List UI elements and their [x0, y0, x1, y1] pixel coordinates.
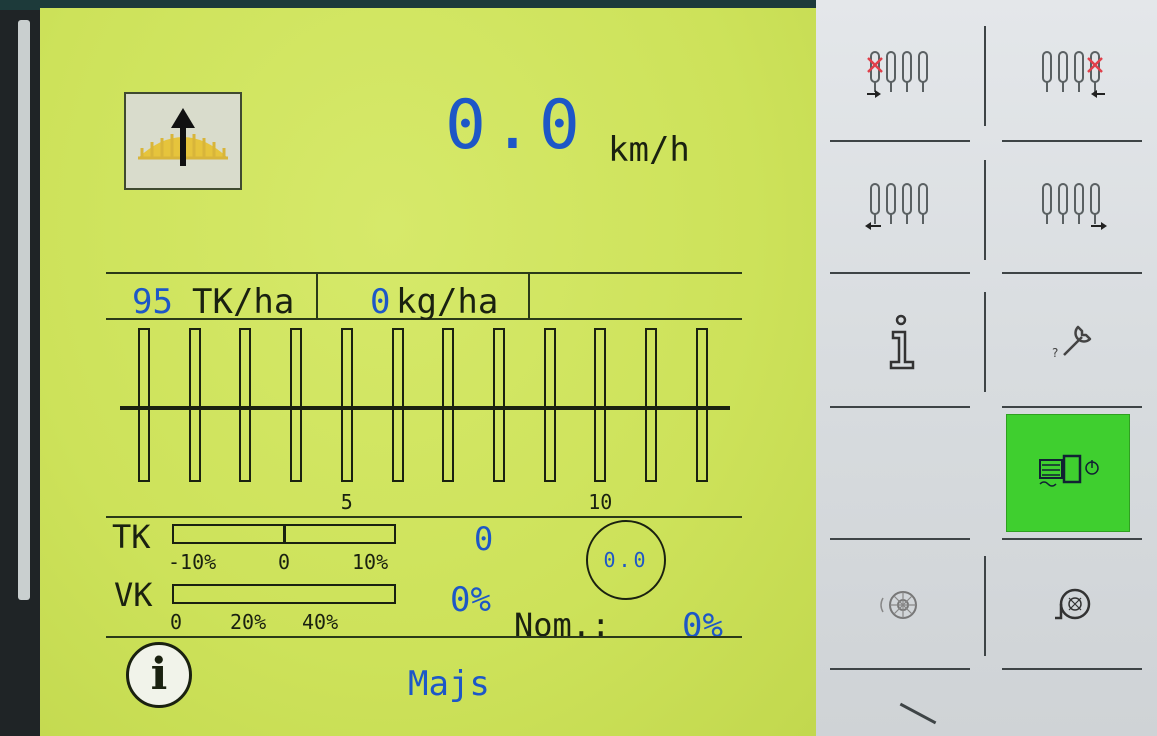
key-divider-v2: [984, 160, 986, 260]
row-bar: [290, 328, 303, 482]
tk-tick-mid: 0: [278, 550, 291, 574]
row-number-label: 5: [340, 490, 353, 514]
row-bar: [645, 328, 657, 482]
row-bar: [239, 328, 252, 482]
drive-toggle-key[interactable]: [1006, 414, 1130, 532]
right-section-on-key[interactable]: [998, 146, 1148, 268]
rate-box-divider-1: [316, 272, 318, 320]
drive-power-icon: [1039, 454, 1099, 487]
rate-box-top-line: [106, 272, 742, 274]
vk-tick-min: 0: [170, 610, 183, 634]
tk-value: 0: [474, 520, 494, 558]
fertilizer-rate-unit: kg/ha: [396, 282, 499, 322]
seed-rate-unit: TK/ha: [192, 282, 295, 322]
service-key[interactable]: ?: [998, 280, 1148, 402]
key-divider-v4: [984, 556, 986, 656]
vk-tick-mid: 20%: [230, 610, 267, 634]
left-section-on-key[interactable]: [826, 146, 976, 268]
tk-gauge-marker: [283, 526, 286, 544]
terminal-screen: 0.0 km/h 95 TK/ha 0 kg/ha 5 10 TK -10% 0 …: [40, 8, 816, 736]
info-key[interactable]: [826, 280, 976, 402]
circle-gauge-value: 0.0: [603, 548, 649, 572]
gauge-section-top-line: [106, 516, 742, 518]
rows-right-on-icon: [1042, 183, 1107, 230]
tk-label: TK: [112, 518, 151, 556]
disc-icon: [880, 591, 917, 619]
rows-left-off-icon: [867, 51, 928, 98]
crop-name: Majs: [408, 664, 490, 704]
key-divider-h5a: [830, 668, 970, 670]
row-monitor: 5 10: [120, 326, 730, 514]
rows-right-off-icon: [1042, 51, 1105, 98]
implement-lift-button[interactable]: [124, 92, 242, 190]
info-button[interactable]: i: [126, 642, 192, 708]
tk-gauge: [172, 524, 396, 544]
fan-icon: [1055, 588, 1091, 620]
row-bar: [695, 328, 708, 482]
key-divider-h1a: [830, 140, 970, 142]
row-bar: [543, 328, 556, 482]
tk-tick-max: 10%: [352, 550, 389, 574]
key-divider-h2b: [1002, 272, 1142, 274]
circle-gauge: 0.0: [586, 520, 666, 600]
row-monitor-axis: [120, 406, 730, 410]
vk-tick-max: 40%: [302, 610, 339, 634]
vk-gauge: [172, 584, 396, 604]
speed-value: 0.0: [445, 86, 586, 165]
row-bar: [391, 328, 404, 482]
empty-key[interactable]: [826, 414, 976, 536]
fan-key[interactable]: [998, 544, 1148, 666]
row-bar: [138, 328, 150, 482]
fertilizer-rate-value: 0: [370, 282, 391, 322]
tk-tick-min: -10%: [168, 550, 217, 574]
key-divider-h3b: [1002, 406, 1142, 408]
rate-box-divider-2: [528, 272, 530, 320]
seed-rate-value: 95: [132, 282, 173, 322]
row-bar: [492, 328, 505, 482]
key-divider-v3: [984, 292, 986, 392]
rows-left-on-icon: [865, 183, 928, 230]
key-divider-h5b: [1002, 668, 1142, 670]
row-bar: [340, 328, 353, 482]
footer-top-line: [106, 636, 742, 638]
key-divider-v1: [984, 26, 986, 126]
disc-key[interactable]: [826, 544, 976, 666]
row-number-label: 10: [588, 490, 613, 514]
key-divider-h3a: [830, 406, 970, 408]
nominal-value: 0%: [682, 606, 723, 646]
row-bar: [442, 328, 455, 482]
nominal-label: Nom.:: [514, 606, 611, 644]
wrench-icon: ?: [1052, 325, 1092, 360]
row-bar: [188, 328, 201, 482]
key-divider-h4b: [1002, 538, 1142, 540]
svg-text:?: ?: [1052, 346, 1058, 360]
left-section-off-key[interactable]: [826, 14, 976, 136]
right-section-off-key[interactable]: [998, 14, 1148, 136]
key-divider-h4a: [830, 538, 970, 540]
row-bar: [594, 328, 607, 482]
key-divider-h2a: [830, 272, 970, 274]
device-bezel-strip: [18, 20, 30, 600]
vk-value: 0%: [450, 580, 491, 620]
speed-unit: km/h: [608, 130, 690, 170]
key-divider-partial: [899, 702, 937, 725]
implement-raise-icon: [138, 108, 228, 166]
info-icon: [889, 314, 915, 370]
vk-label: VK: [114, 576, 153, 614]
soft-key-panel: ?: [816, 0, 1157, 736]
key-divider-h1b: [1002, 140, 1142, 142]
